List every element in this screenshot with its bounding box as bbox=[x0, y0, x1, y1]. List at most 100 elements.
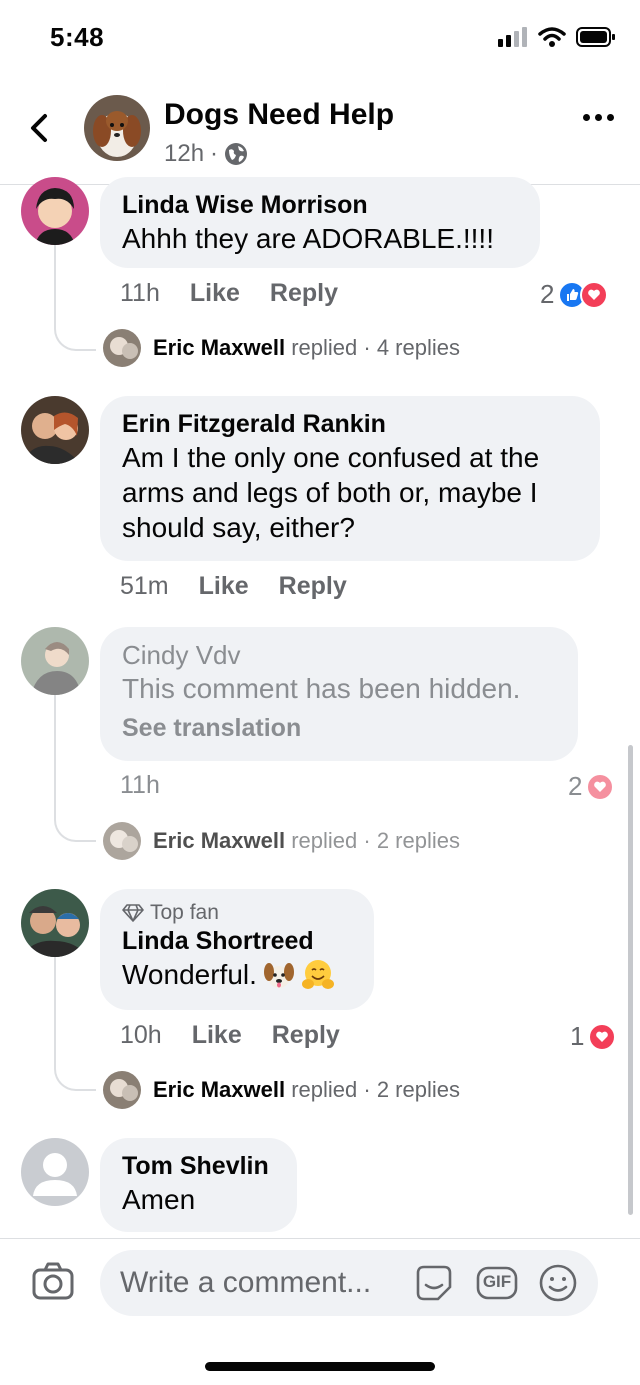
page-avatar[interactable] bbox=[84, 95, 150, 161]
dot-icon bbox=[583, 114, 590, 121]
reply-thread-line bbox=[54, 957, 96, 1091]
comment-text: Wonderful. bbox=[122, 959, 257, 990]
comment-time: 11h bbox=[120, 279, 160, 307]
replies-link[interactable]: Eric Maxwell replied · 2 replies bbox=[103, 822, 460, 860]
home-indicator[interactable] bbox=[205, 1362, 435, 1371]
meta-separator: · bbox=[210, 140, 219, 167]
commenter-avatar[interactable] bbox=[21, 1138, 89, 1206]
replies-link[interactable]: Eric Maxwell replied · 4 replies bbox=[103, 329, 460, 367]
replies-link[interactable]: Eric Maxwell replied · 2 replies bbox=[103, 1071, 460, 1109]
reply-button[interactable]: Reply bbox=[270, 279, 338, 308]
comment-time: 51m bbox=[120, 572, 169, 600]
comment-input[interactable]: Write a comment... bbox=[100, 1250, 598, 1316]
comment-actions: 11h Like Reply bbox=[120, 279, 368, 308]
dot-icon bbox=[595, 114, 602, 121]
comment-bubble[interactable]: Top fan Linda Shortreed Wonderful. bbox=[100, 889, 374, 1010]
sticker-icon bbox=[416, 1265, 452, 1301]
see-translation-link[interactable]: See translation bbox=[122, 714, 556, 743]
like-button[interactable]: Like bbox=[199, 572, 249, 601]
cellular-signal-icon bbox=[498, 27, 527, 47]
more-options-button[interactable] bbox=[583, 114, 614, 121]
reply-thread-line bbox=[54, 695, 96, 842]
back-button[interactable] bbox=[28, 112, 50, 150]
comment-input-placeholder: Write a comment... bbox=[120, 1266, 372, 1299]
comment-actions: 10h Like Reply bbox=[120, 1021, 370, 1050]
replier-avatar bbox=[103, 1071, 141, 1109]
comment-time: 11h bbox=[120, 771, 160, 799]
gif-button[interactable]: GIF bbox=[476, 1266, 518, 1305]
reaction-summary[interactable]: 2 bbox=[540, 279, 609, 310]
replier-avatar bbox=[103, 822, 141, 860]
commenter-name[interactable]: Linda Wise Morrison bbox=[122, 189, 518, 221]
comment-bubble[interactable]: Tom Shevlin Amen bbox=[100, 1138, 297, 1232]
commenter-avatar[interactable] bbox=[21, 396, 89, 464]
comment-text-line: Am I the only one confused at the bbox=[122, 442, 540, 473]
sticker-button[interactable] bbox=[414, 1263, 454, 1308]
reaction-summary[interactable]: 2 bbox=[568, 771, 615, 802]
post-header: Dogs Need Help 12h · bbox=[0, 80, 640, 185]
comment-text-line: should say, either? bbox=[122, 512, 355, 543]
default-profile-icon bbox=[21, 1138, 89, 1206]
camera-icon bbox=[32, 1262, 74, 1300]
wifi-icon bbox=[538, 27, 566, 47]
love-reaction-icon bbox=[588, 1022, 617, 1051]
commenter-name[interactable]: Tom Shevlin bbox=[122, 1150, 275, 1182]
camera-button[interactable] bbox=[32, 1262, 74, 1305]
reply-thread-line bbox=[54, 245, 96, 351]
reaction-summary[interactable]: 1 bbox=[570, 1021, 617, 1052]
reply-count: · 2 replies bbox=[363, 828, 460, 853]
replier-name: Eric Maxwell bbox=[153, 1077, 286, 1102]
comment-time: 10h bbox=[120, 1021, 162, 1049]
post-meta: 12h · bbox=[164, 140, 248, 168]
reply-button[interactable]: Reply bbox=[279, 572, 347, 601]
scrollbar[interactable] bbox=[628, 745, 633, 1215]
commenter-avatar[interactable] bbox=[21, 627, 89, 695]
replied-label: replied bbox=[291, 828, 358, 853]
page-name[interactable]: Dogs Need Help bbox=[164, 98, 394, 132]
dot-icon bbox=[607, 114, 614, 121]
commenter-name[interactable]: Cindy Vdv bbox=[122, 639, 556, 671]
comment-actions: 51m Like Reply bbox=[120, 572, 377, 601]
comment-text-line: arms and legs of both or, maybe I bbox=[122, 477, 538, 508]
reaction-count: 2 bbox=[568, 771, 583, 801]
comment-bubble-hidden[interactable]: Cindy Vdv This comment has been hidden. … bbox=[100, 627, 578, 761]
post-time: 12h bbox=[164, 140, 205, 167]
reply-count: · 4 replies bbox=[363, 335, 460, 360]
comment-text: Ahhh they are ADORABLE.!!!! bbox=[122, 223, 494, 254]
reply-button[interactable]: Reply bbox=[272, 1021, 340, 1050]
comment-actions: 11h bbox=[120, 771, 190, 800]
reaction-count: 1 bbox=[570, 1021, 585, 1051]
replier-avatar bbox=[103, 329, 141, 367]
replier-name: Eric Maxwell bbox=[153, 335, 286, 360]
like-button[interactable]: Like bbox=[192, 1021, 242, 1050]
love-reaction-icon bbox=[586, 772, 615, 801]
status-time: 5:48 bbox=[50, 22, 105, 52]
commenter-name[interactable]: Erin Fitzgerald Rankin bbox=[122, 408, 578, 440]
commenter-name[interactable]: Linda Shortreed bbox=[122, 925, 352, 957]
top-fan-badge: Top fan bbox=[122, 901, 352, 925]
comment-text-row: Wonderful. bbox=[122, 957, 352, 992]
reply-count: · 2 replies bbox=[363, 1077, 460, 1102]
badge-label: Top fan bbox=[150, 901, 219, 924]
replier-name: Eric Maxwell bbox=[153, 828, 286, 853]
comment-bubble[interactable]: Erin Fitzgerald Rankin Am I the only one… bbox=[100, 396, 600, 561]
comment-bubble[interactable]: Linda Wise Morrison Ahhh they are ADORAB… bbox=[100, 177, 540, 268]
love-reaction-icon bbox=[580, 280, 609, 309]
like-button[interactable]: Like bbox=[190, 279, 240, 308]
emoji-button[interactable] bbox=[538, 1263, 578, 1308]
gif-label: GIF bbox=[482, 1272, 512, 1291]
dog-face-emoji-icon bbox=[263, 962, 294, 988]
battery-icon bbox=[576, 27, 615, 47]
commenter-avatar[interactable] bbox=[21, 177, 89, 245]
replied-label: replied bbox=[291, 1077, 358, 1102]
replied-label: replied bbox=[291, 335, 358, 360]
commenter-avatar[interactable] bbox=[21, 889, 89, 957]
smiley-icon bbox=[539, 1264, 577, 1302]
hidden-comment-text: This comment has been hidden. bbox=[122, 673, 521, 704]
globe-icon bbox=[225, 143, 248, 165]
status-icons bbox=[498, 26, 616, 48]
hugging-face-emoji-icon bbox=[301, 959, 334, 989]
diamond-icon bbox=[122, 904, 144, 922]
chevron-left-icon bbox=[31, 114, 47, 142]
comment-text: Amen bbox=[122, 1184, 196, 1215]
